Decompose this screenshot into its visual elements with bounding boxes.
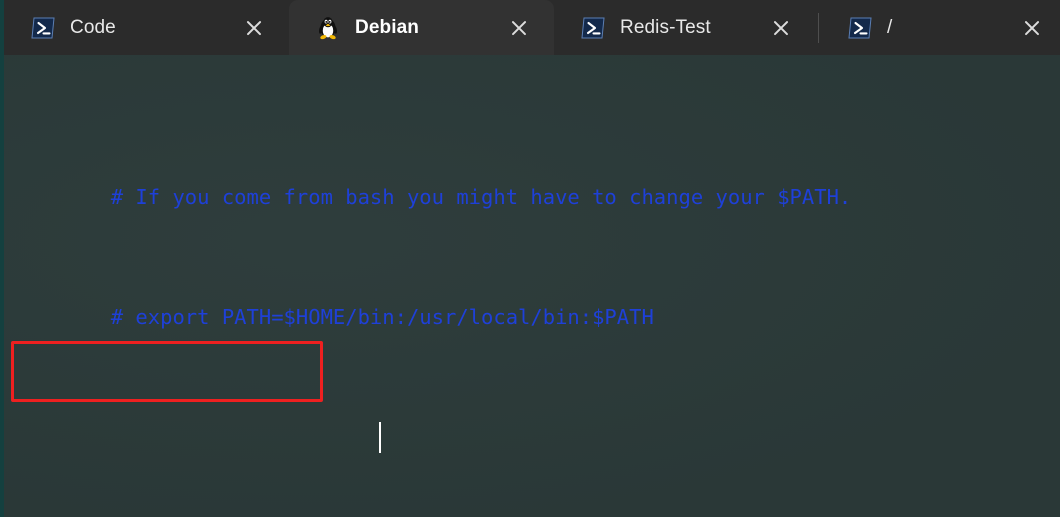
tab-close-button[interactable] bbox=[237, 11, 271, 45]
tab-label: Debian bbox=[355, 17, 419, 38]
tab-separator bbox=[818, 12, 819, 43]
tab-root-path[interactable]: / bbox=[821, 0, 1060, 55]
tab-label: Code bbox=[70, 17, 116, 38]
tab-label: Redis-Test bbox=[620, 17, 711, 38]
powershell-icon bbox=[581, 17, 605, 38]
terminal-line: # If you come from bash you might have t… bbox=[12, 152, 1060, 209]
window-left-accent-strip bbox=[0, 0, 4, 517]
terminal-text: # If you come from bash you might have t… bbox=[0, 55, 1060, 517]
tab-label: / bbox=[887, 17, 893, 38]
tab-bar: Code Debian Redis-Test / bbox=[0, 0, 1060, 55]
tab-code[interactable]: Code bbox=[4, 0, 289, 55]
tab-close-button[interactable] bbox=[1015, 11, 1049, 45]
powershell-icon bbox=[848, 17, 872, 38]
terminal-window: Code Debian Redis-Test / # If you come f… bbox=[0, 0, 1060, 517]
terminal-line-text: # export PATH=$HOME/bin:/usr/local/bin:$… bbox=[110, 305, 654, 329]
powershell-icon bbox=[31, 17, 55, 38]
terminal-line-text: # If you come from bash you might have t… bbox=[110, 185, 852, 209]
tab-redis-test[interactable]: Redis-Test bbox=[554, 0, 816, 55]
terminal-line: # export PATH=$HOME/bin:/usr/local/bin:$… bbox=[12, 272, 1060, 329]
tab-close-button[interactable] bbox=[502, 11, 536, 45]
terminal-line: # Path to your oh-my-zsh installation. bbox=[12, 512, 1060, 517]
tux-penguin-icon bbox=[319, 16, 337, 39]
tab-debian[interactable]: Debian bbox=[289, 0, 554, 55]
tab-close-button[interactable] bbox=[764, 11, 798, 45]
terminal-content-area[interactable]: # If you come from bash you might have t… bbox=[0, 55, 1060, 517]
